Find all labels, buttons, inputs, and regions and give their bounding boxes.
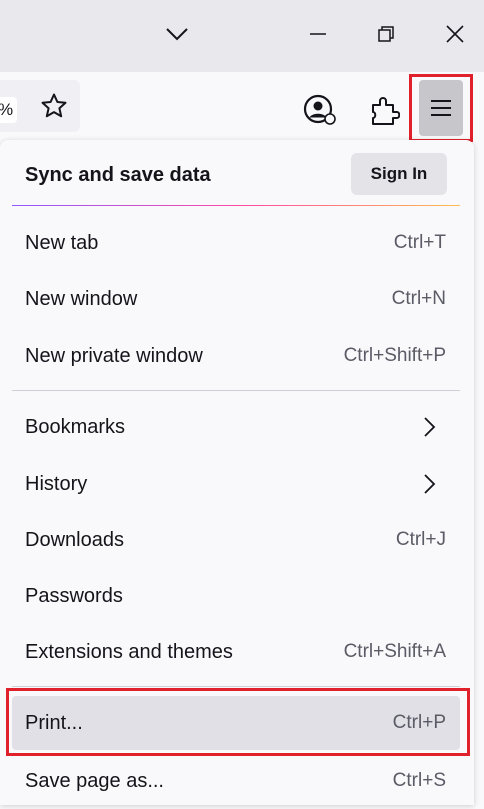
sign-in-button[interactable]: Sign In <box>351 153 447 195</box>
chevron-right-icon <box>424 474 436 494</box>
close-window-button[interactable] <box>432 10 478 58</box>
menu-item-new-private-window[interactable]: New private window Ctrl+Shift+P <box>12 328 460 384</box>
menu-item-shortcut: Ctrl+Shift+P <box>343 345 446 366</box>
chevron-right-icon <box>424 417 436 437</box>
puzzle-icon <box>372 97 400 125</box>
menu-item-shortcut: Ctrl+N <box>391 288 446 309</box>
zoom-level[interactable]: % <box>0 97 18 123</box>
menu-item-label: Print... <box>25 712 83 734</box>
menu-separator <box>12 686 460 687</box>
minimize-icon <box>310 33 326 35</box>
bookmark-page-button[interactable] <box>36 86 72 126</box>
menu-item-label: Save page as... <box>25 770 164 792</box>
menu-item-new-tab[interactable]: New tab Ctrl+T <box>12 215 460 271</box>
chevron-down-icon <box>166 28 188 41</box>
menu-item-label: New private window <box>25 345 203 367</box>
menu-item-shortcut: Ctrl+S <box>392 770 446 791</box>
open-application-menu-button[interactable] <box>419 80 463 136</box>
account-button[interactable] <box>300 90 340 130</box>
account-icon <box>303 94 336 125</box>
list-all-tabs-button[interactable] <box>154 10 200 58</box>
restore-icon <box>378 26 394 42</box>
star-icon <box>41 93 67 118</box>
menu-item-bookmarks[interactable]: Bookmarks <box>12 399 460 455</box>
menu-item-passwords[interactable]: Passwords <box>12 568 460 624</box>
menu-item-label: Bookmarks <box>25 416 126 438</box>
title-bar <box>0 0 484 72</box>
close-icon <box>446 25 464 43</box>
navigation-toolbar: % <box>0 72 484 140</box>
menu-item-label: History <box>25 473 88 495</box>
extensions-button[interactable] <box>365 90 405 130</box>
hamburger-menu-icon <box>431 100 451 116</box>
menu-item-label: New tab <box>25 232 99 254</box>
menu-item-history[interactable]: History <box>12 456 460 512</box>
menu-item-shortcut: Ctrl+J <box>395 529 446 550</box>
menu-item-label: New window <box>25 288 138 310</box>
menu-item-downloads[interactable]: Downloads Ctrl+J <box>12 512 460 568</box>
minimize-button[interactable] <box>295 10 341 58</box>
restore-button[interactable] <box>363 10 409 58</box>
menu-item-new-window[interactable]: New window Ctrl+N <box>12 271 460 327</box>
application-menu-panel: Sync and save data Sign In New tab Ctrl+… <box>0 140 474 805</box>
sync-separator <box>12 205 460 206</box>
menu-item-shortcut: Ctrl+P <box>392 712 446 733</box>
menu-item-label: Passwords <box>25 585 123 607</box>
menu-item-label: Extensions and themes <box>25 641 233 663</box>
menu-item-shortcut: Ctrl+T <box>393 232 446 253</box>
menu-item-save-page-as[interactable]: Save page as... Ctrl+S <box>12 753 460 809</box>
menu-item-label: Downloads <box>25 529 124 551</box>
menu-item-extensions-and-themes[interactable]: Extensions and themes Ctrl+Shift+A <box>12 624 460 680</box>
menu-item-shortcut: Ctrl+Shift+A <box>343 641 446 662</box>
menu-item-print[interactable]: Print... Ctrl+P <box>12 696 460 750</box>
sync-section: Sync and save data Sign In <box>0 140 474 210</box>
menu-separator <box>12 390 460 391</box>
sync-title: Sync and save data <box>25 164 211 186</box>
